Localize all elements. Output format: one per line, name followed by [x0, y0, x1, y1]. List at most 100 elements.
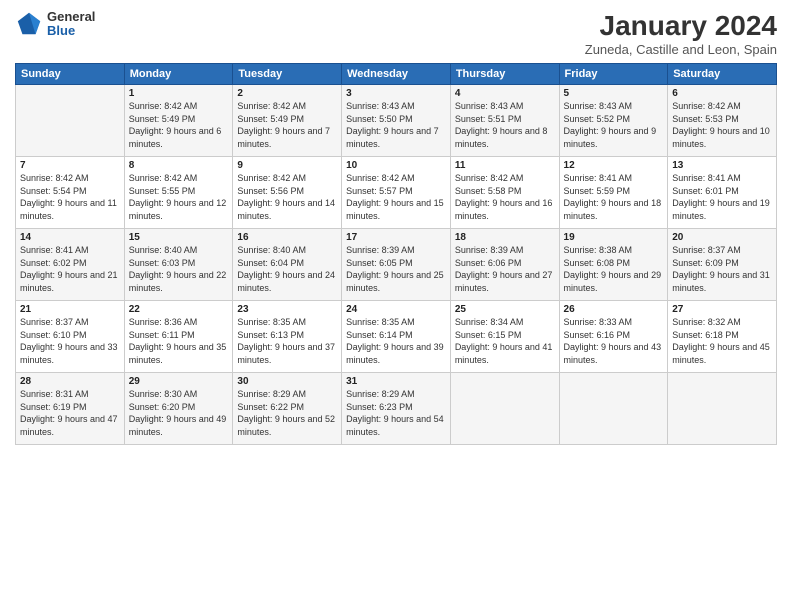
day-number: 29	[129, 376, 229, 387]
calendar-cell: 4Sunrise: 8:43 AMSunset: 5:51 PMDaylight…	[450, 85, 559, 157]
cell-text: Sunrise: 8:42 AMSunset: 5:49 PMDaylight:…	[237, 100, 337, 150]
cell-text: Sunrise: 8:30 AMSunset: 6:20 PMDaylight:…	[129, 388, 229, 438]
cell-text: Sunrise: 8:43 AMSunset: 5:50 PMDaylight:…	[346, 100, 446, 150]
calendar-cell	[668, 373, 777, 445]
cell-text: Sunrise: 8:41 AMSunset: 5:59 PMDaylight:…	[564, 172, 664, 222]
logo-icon	[15, 10, 43, 38]
weekday-header: Friday	[559, 64, 668, 85]
calendar-cell: 6Sunrise: 8:42 AMSunset: 5:53 PMDaylight…	[668, 85, 777, 157]
calendar-cell: 1Sunrise: 8:42 AMSunset: 5:49 PMDaylight…	[124, 85, 233, 157]
cell-text: Sunrise: 8:42 AMSunset: 5:53 PMDaylight:…	[672, 100, 772, 150]
calendar-cell: 31Sunrise: 8:29 AMSunset: 6:23 PMDayligh…	[342, 373, 451, 445]
day-number: 18	[455, 232, 555, 243]
calendar-week-row: 1Sunrise: 8:42 AMSunset: 5:49 PMDaylight…	[16, 85, 777, 157]
calendar-cell: 13Sunrise: 8:41 AMSunset: 6:01 PMDayligh…	[668, 157, 777, 229]
cell-text: Sunrise: 8:35 AMSunset: 6:13 PMDaylight:…	[237, 316, 337, 366]
cell-text: Sunrise: 8:32 AMSunset: 6:18 PMDaylight:…	[672, 316, 772, 366]
calendar-cell: 15Sunrise: 8:40 AMSunset: 6:03 PMDayligh…	[124, 229, 233, 301]
day-number: 20	[672, 232, 772, 243]
cell-text: Sunrise: 8:36 AMSunset: 6:11 PMDaylight:…	[129, 316, 229, 366]
cell-text: Sunrise: 8:42 AMSunset: 5:49 PMDaylight:…	[129, 100, 229, 150]
calendar-week-row: 7Sunrise: 8:42 AMSunset: 5:54 PMDaylight…	[16, 157, 777, 229]
logo-blue-text: Blue	[47, 24, 95, 38]
cell-text: Sunrise: 8:43 AMSunset: 5:51 PMDaylight:…	[455, 100, 555, 150]
calendar-table: SundayMondayTuesdayWednesdayThursdayFrid…	[15, 63, 777, 445]
day-number: 4	[455, 88, 555, 99]
title-section: January 2024 Zuneda, Castille and Leon, …	[585, 10, 777, 57]
weekday-header: Saturday	[668, 64, 777, 85]
calendar-cell: 16Sunrise: 8:40 AMSunset: 6:04 PMDayligh…	[233, 229, 342, 301]
day-number: 16	[237, 232, 337, 243]
header-row: SundayMondayTuesdayWednesdayThursdayFrid…	[16, 64, 777, 85]
cell-text: Sunrise: 8:33 AMSunset: 6:16 PMDaylight:…	[564, 316, 664, 366]
cell-text: Sunrise: 8:42 AMSunset: 5:56 PMDaylight:…	[237, 172, 337, 222]
calendar-week-row: 21Sunrise: 8:37 AMSunset: 6:10 PMDayligh…	[16, 301, 777, 373]
day-number: 9	[237, 160, 337, 171]
calendar-cell: 22Sunrise: 8:36 AMSunset: 6:11 PMDayligh…	[124, 301, 233, 373]
calendar-week-row: 14Sunrise: 8:41 AMSunset: 6:02 PMDayligh…	[16, 229, 777, 301]
cell-text: Sunrise: 8:29 AMSunset: 6:22 PMDaylight:…	[237, 388, 337, 438]
page: General Blue January 2024 Zuneda, Castil…	[0, 0, 792, 612]
month-title: January 2024	[585, 10, 777, 42]
calendar-cell: 29Sunrise: 8:30 AMSunset: 6:20 PMDayligh…	[124, 373, 233, 445]
calendar-cell: 3Sunrise: 8:43 AMSunset: 5:50 PMDaylight…	[342, 85, 451, 157]
logo-text: General Blue	[47, 10, 95, 39]
calendar-cell: 28Sunrise: 8:31 AMSunset: 6:19 PMDayligh…	[16, 373, 125, 445]
calendar-cell: 9Sunrise: 8:42 AMSunset: 5:56 PMDaylight…	[233, 157, 342, 229]
cell-text: Sunrise: 8:35 AMSunset: 6:14 PMDaylight:…	[346, 316, 446, 366]
day-number: 26	[564, 304, 664, 315]
day-number: 30	[237, 376, 337, 387]
day-number: 17	[346, 232, 446, 243]
day-number: 19	[564, 232, 664, 243]
day-number: 11	[455, 160, 555, 171]
day-number: 14	[20, 232, 120, 243]
day-number: 25	[455, 304, 555, 315]
day-number: 24	[346, 304, 446, 315]
cell-text: Sunrise: 8:38 AMSunset: 6:08 PMDaylight:…	[564, 244, 664, 294]
cell-text: Sunrise: 8:42 AMSunset: 5:55 PMDaylight:…	[129, 172, 229, 222]
calendar-cell: 26Sunrise: 8:33 AMSunset: 6:16 PMDayligh…	[559, 301, 668, 373]
day-number: 28	[20, 376, 120, 387]
day-number: 23	[237, 304, 337, 315]
day-number: 3	[346, 88, 446, 99]
day-number: 31	[346, 376, 446, 387]
calendar-cell: 30Sunrise: 8:29 AMSunset: 6:22 PMDayligh…	[233, 373, 342, 445]
logo: General Blue	[15, 10, 95, 39]
cell-text: Sunrise: 8:39 AMSunset: 6:06 PMDaylight:…	[455, 244, 555, 294]
day-number: 6	[672, 88, 772, 99]
weekday-header: Thursday	[450, 64, 559, 85]
calendar-cell	[450, 373, 559, 445]
day-number: 27	[672, 304, 772, 315]
day-number: 2	[237, 88, 337, 99]
calendar-cell: 7Sunrise: 8:42 AMSunset: 5:54 PMDaylight…	[16, 157, 125, 229]
cell-text: Sunrise: 8:42 AMSunset: 5:58 PMDaylight:…	[455, 172, 555, 222]
logo-general-text: General	[47, 10, 95, 24]
calendar-cell: 5Sunrise: 8:43 AMSunset: 5:52 PMDaylight…	[559, 85, 668, 157]
calendar-cell: 8Sunrise: 8:42 AMSunset: 5:55 PMDaylight…	[124, 157, 233, 229]
cell-text: Sunrise: 8:40 AMSunset: 6:03 PMDaylight:…	[129, 244, 229, 294]
cell-text: Sunrise: 8:43 AMSunset: 5:52 PMDaylight:…	[564, 100, 664, 150]
day-number: 10	[346, 160, 446, 171]
calendar-cell: 2Sunrise: 8:42 AMSunset: 5:49 PMDaylight…	[233, 85, 342, 157]
cell-text: Sunrise: 8:41 AMSunset: 6:01 PMDaylight:…	[672, 172, 772, 222]
calendar-cell: 23Sunrise: 8:35 AMSunset: 6:13 PMDayligh…	[233, 301, 342, 373]
weekday-header: Wednesday	[342, 64, 451, 85]
cell-text: Sunrise: 8:41 AMSunset: 6:02 PMDaylight:…	[20, 244, 120, 294]
cell-text: Sunrise: 8:37 AMSunset: 6:09 PMDaylight:…	[672, 244, 772, 294]
calendar-cell: 19Sunrise: 8:38 AMSunset: 6:08 PMDayligh…	[559, 229, 668, 301]
calendar-cell: 20Sunrise: 8:37 AMSunset: 6:09 PMDayligh…	[668, 229, 777, 301]
day-number: 13	[672, 160, 772, 171]
weekday-header: Tuesday	[233, 64, 342, 85]
calendar-cell: 25Sunrise: 8:34 AMSunset: 6:15 PMDayligh…	[450, 301, 559, 373]
day-number: 12	[564, 160, 664, 171]
calendar-cell: 11Sunrise: 8:42 AMSunset: 5:58 PMDayligh…	[450, 157, 559, 229]
weekday-header: Sunday	[16, 64, 125, 85]
cell-text: Sunrise: 8:31 AMSunset: 6:19 PMDaylight:…	[20, 388, 120, 438]
day-number: 1	[129, 88, 229, 99]
cell-text: Sunrise: 8:29 AMSunset: 6:23 PMDaylight:…	[346, 388, 446, 438]
day-number: 22	[129, 304, 229, 315]
calendar-cell: 18Sunrise: 8:39 AMSunset: 6:06 PMDayligh…	[450, 229, 559, 301]
calendar-cell: 12Sunrise: 8:41 AMSunset: 5:59 PMDayligh…	[559, 157, 668, 229]
calendar-cell: 14Sunrise: 8:41 AMSunset: 6:02 PMDayligh…	[16, 229, 125, 301]
calendar-cell	[559, 373, 668, 445]
